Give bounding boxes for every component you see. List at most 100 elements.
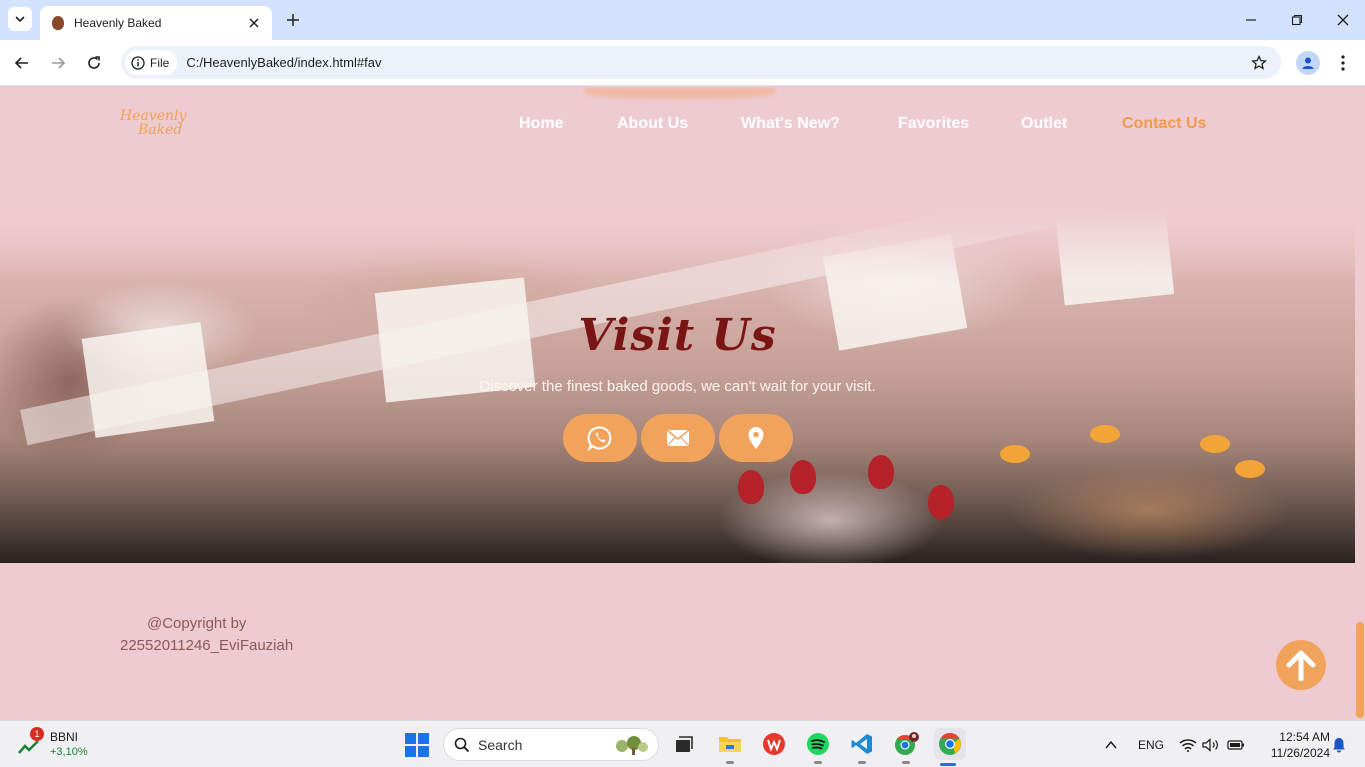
wifi-icon <box>1179 739 1197 752</box>
arrow-right-icon <box>52 57 66 69</box>
taskbar-wps-office[interactable] <box>760 730 788 758</box>
location-button[interactable] <box>719 414 793 462</box>
tab-close-button[interactable] <box>246 15 262 31</box>
nav-about-us[interactable]: About Us <box>617 115 688 133</box>
logo-line-2: Baked <box>138 122 183 138</box>
back-to-top-button[interactable] <box>1276 640 1326 690</box>
vscode-icon <box>851 734 872 754</box>
mail-icon <box>666 429 690 447</box>
site-logo[interactable]: Heavenly Baked <box>120 109 200 149</box>
taskbar: 1 BBNI +3,10% Search ENG 12:54 AM 11/26/… <box>0 720 1365 767</box>
chrome-profile-icon <box>895 732 919 755</box>
new-tab-button[interactable] <box>282 9 304 31</box>
hero-bakery-photo-fruit <box>1000 445 1030 463</box>
minimize-icon <box>1246 19 1256 21</box>
taskbar-chrome-profile[interactable] <box>892 730 920 764</box>
chevron-down-icon <box>15 16 25 23</box>
back-button[interactable] <box>10 51 34 75</box>
bookmark-star-button[interactable] <box>1249 53 1269 73</box>
hero-bakery-photo-fruit <box>1235 460 1265 478</box>
browser-toolbar: File C:/HeavenlyBaked/index.html#fav <box>0 40 1365 86</box>
profile-button[interactable] <box>1296 51 1320 75</box>
email-button[interactable] <box>641 414 715 462</box>
nav-whats-new[interactable]: What's New? <box>741 115 840 133</box>
search-highlight-icon <box>616 735 648 755</box>
scrollbar-thumb[interactable] <box>1356 622 1364 718</box>
taskbar-task-view[interactable] <box>670 730 698 758</box>
arrow-up-icon <box>1286 650 1316 681</box>
copyright-line-2: 22552011246_EviFauziah <box>120 637 294 654</box>
person-icon <box>1302 57 1314 69</box>
reload-button[interactable] <box>82 51 106 75</box>
language-indicator[interactable]: ENG <box>1138 738 1164 752</box>
url-text[interactable]: C:/HeavenlyBaked/index.html#fav <box>186 55 381 70</box>
logo-line-1: Heavenly <box>120 108 187 124</box>
chevron-up-icon <box>1105 740 1117 749</box>
forward-button[interactable] <box>46 51 70 75</box>
wifi-button[interactable] <box>1178 735 1198 755</box>
star-icon <box>1251 55 1267 70</box>
page-viewport: Heavenly Baked Home About Us What's New?… <box>0 87 1355 720</box>
hero-bakery-photo-strawberry <box>928 485 954 519</box>
address-bar[interactable]: File C:/HeavenlyBaked/index.html#fav <box>121 46 1281 79</box>
hero-bakery-photo-strawberry <box>790 460 816 494</box>
restore-icon <box>1291 14 1303 26</box>
copyright-line-1: @Copyright by <box>147 615 247 632</box>
notification-badge: 1 <box>30 727 44 741</box>
search-placeholder: Search <box>478 736 523 753</box>
stock-change: +3,10% <box>50 746 88 758</box>
volume-icon <box>1202 738 1218 752</box>
stock-chart-icon <box>18 740 39 754</box>
browser-tab[interactable]: Heavenly Baked <box>40 6 272 40</box>
task-view-icon <box>676 736 693 752</box>
search-icon <box>454 737 470 752</box>
stock-widget[interactable]: 1 BBNI +3,10% <box>18 727 108 763</box>
site-info-chip[interactable]: File <box>125 50 178 75</box>
running-indicator <box>726 761 734 764</box>
arrow-left-icon <box>14 57 28 69</box>
browser-menu-button[interactable] <box>1333 51 1353 75</box>
notifications-button[interactable] <box>1329 735 1349 755</box>
tab-title: Heavenly Baked <box>74 16 162 30</box>
running-indicator <box>814 761 822 764</box>
location-pin-icon <box>748 427 764 449</box>
whatsapp-icon <box>587 426 612 451</box>
taskbar-chrome[interactable] <box>934 728 966 766</box>
nav-favorites[interactable]: Favorites <box>898 115 969 133</box>
hero-top-fade <box>0 210 1355 280</box>
show-hidden-icons-button[interactable] <box>1101 735 1121 755</box>
taskbar-spotify[interactable] <box>804 730 832 764</box>
plus-icon <box>287 14 299 26</box>
page-scrollbar[interactable] <box>1355 87 1365 720</box>
chrome-icon <box>939 733 961 755</box>
hero-subtitle: Discover the finest baked goods, we can'… <box>479 378 876 395</box>
clock-time: 12:54 AM <box>1279 730 1330 744</box>
hero-bakery-photo-strawberry <box>738 470 764 504</box>
system-clock[interactable]: 12:54 AM 11/26/2024 <box>1254 729 1330 761</box>
close-icon <box>1337 14 1349 26</box>
nav-outlet[interactable]: Outlet <box>1021 115 1067 133</box>
decorative-glow <box>585 87 775 99</box>
battery-button[interactable] <box>1226 735 1246 755</box>
kebab-menu-icon <box>1341 55 1345 71</box>
taskbar-vscode[interactable] <box>848 730 876 764</box>
maximize-button[interactable] <box>1287 10 1307 30</box>
tab-search-button[interactable] <box>8 7 32 31</box>
taskbar-file-explorer[interactable] <box>716 730 744 764</box>
close-window-button[interactable] <box>1333 10 1353 30</box>
nav-home[interactable]: Home <box>519 115 563 133</box>
minimize-button[interactable] <box>1241 10 1261 30</box>
favicon-icon <box>52 16 64 30</box>
bell-icon <box>1333 738 1345 753</box>
running-indicator <box>858 761 866 764</box>
taskbar-search[interactable]: Search <box>443 728 659 761</box>
hero-bakery-photo-fruit <box>1200 435 1230 453</box>
site-chip-label: File <box>150 55 170 70</box>
nav-contact-us[interactable]: Contact Us <box>1122 115 1206 133</box>
start-button[interactable] <box>405 733 429 757</box>
reload-icon <box>88 56 100 69</box>
whatsapp-button[interactable] <box>563 414 637 462</box>
info-icon <box>131 55 145 70</box>
volume-button[interactable] <box>1201 735 1221 755</box>
folder-icon <box>719 737 741 752</box>
